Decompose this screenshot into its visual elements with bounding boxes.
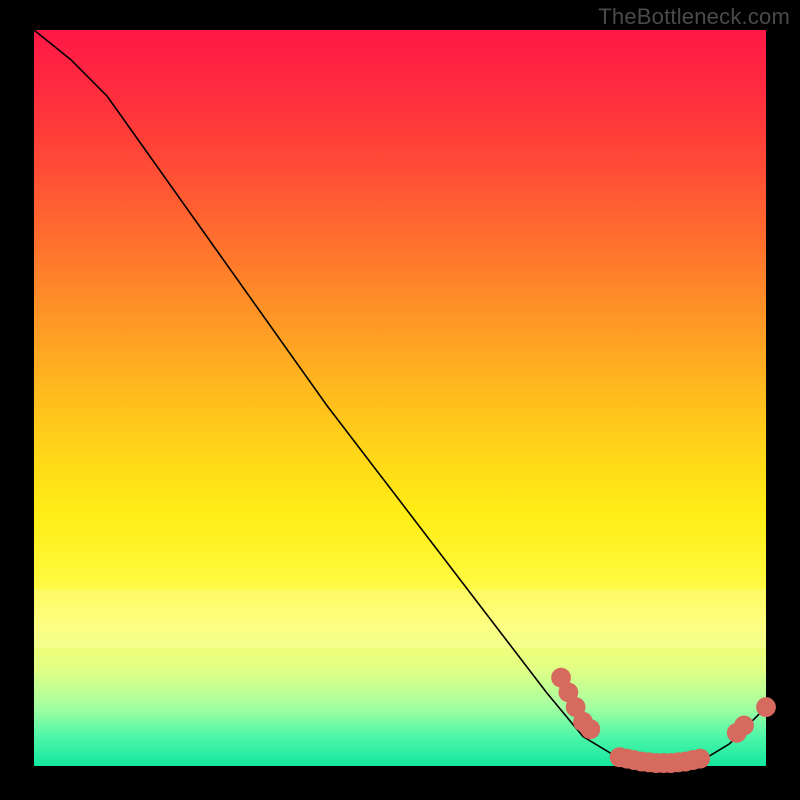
cpu-point xyxy=(760,701,772,714)
bottleneck-curve-svg xyxy=(34,30,766,766)
gpu-point xyxy=(584,723,596,736)
cpu-point xyxy=(738,719,750,732)
gpu-point xyxy=(569,701,581,714)
marker-group xyxy=(555,671,772,769)
gpu-point xyxy=(555,671,567,684)
gpu-point xyxy=(562,686,574,699)
chart-frame: TheBottleneck.com xyxy=(0,0,800,800)
plot-area xyxy=(34,30,766,766)
bottleneck-curve-path xyxy=(34,30,766,766)
match-point xyxy=(694,752,706,765)
watermark-text: TheBottleneck.com xyxy=(598,4,790,30)
